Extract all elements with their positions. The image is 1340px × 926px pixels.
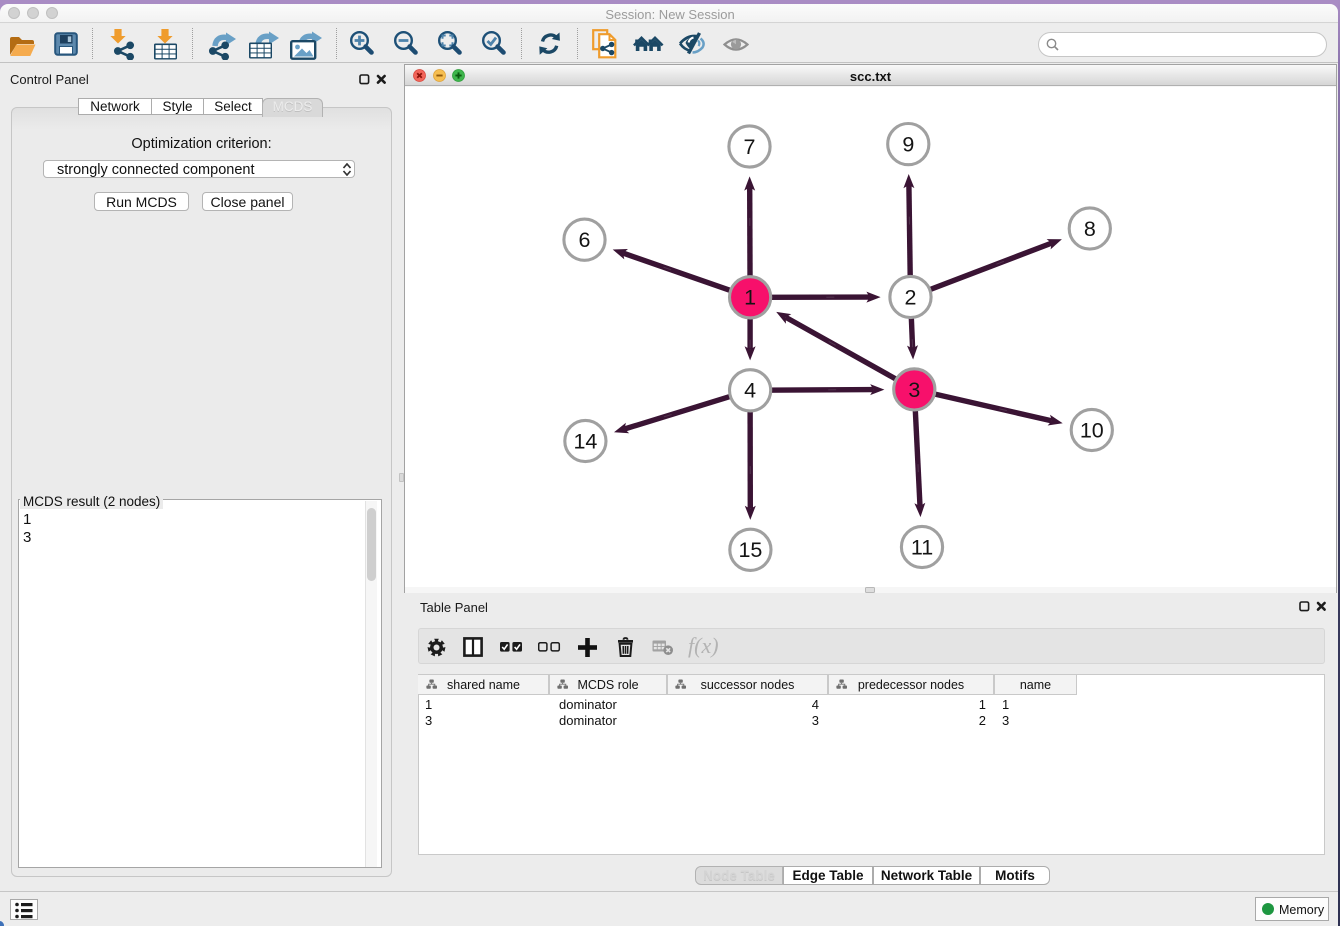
svg-text:15: 15 (738, 538, 762, 562)
svg-text:11: 11 (911, 535, 933, 559)
svg-text:9: 9 (902, 133, 914, 157)
svg-text:2: 2 (905, 285, 917, 309)
svg-text:7: 7 (744, 135, 756, 159)
svg-text:1: 1 (744, 286, 756, 310)
svg-text:10: 10 (1080, 418, 1104, 442)
svg-text:3: 3 (908, 378, 920, 402)
svg-text:4: 4 (744, 379, 756, 403)
svg-text:8: 8 (1084, 217, 1096, 241)
svg-text:6: 6 (579, 228, 591, 252)
svg-text:14: 14 (573, 429, 597, 453)
